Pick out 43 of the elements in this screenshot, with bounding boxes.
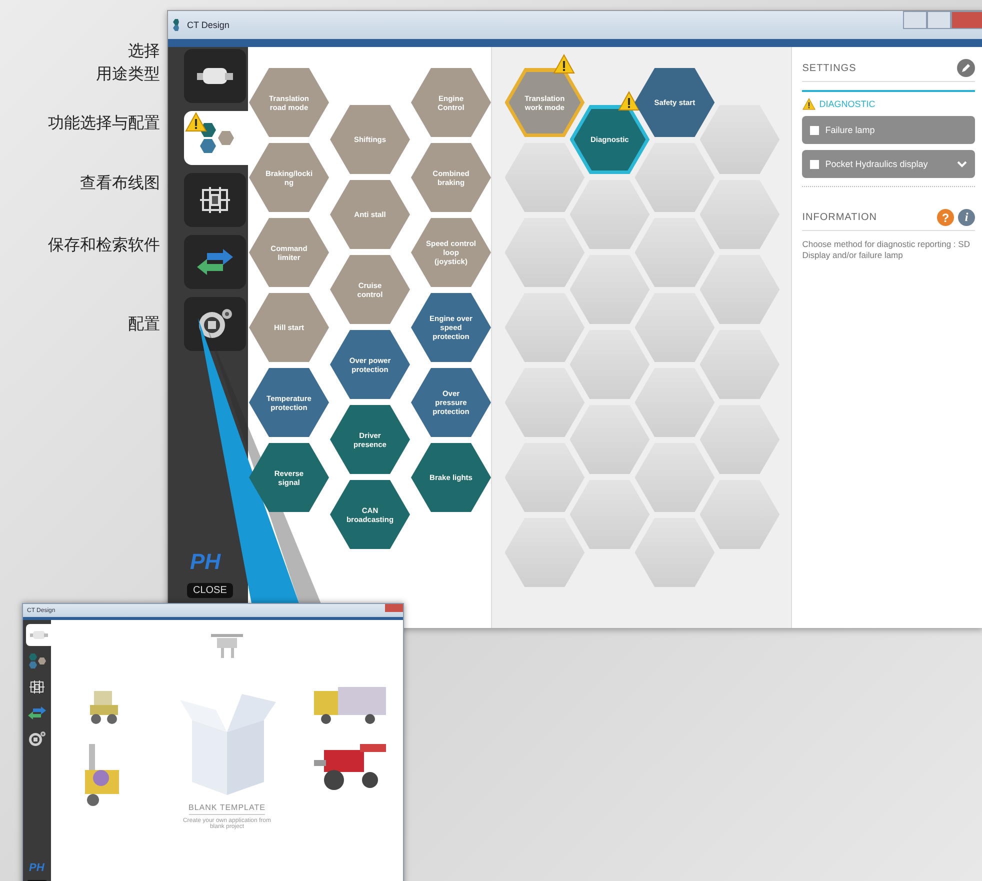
vehicle-icon: [195, 65, 235, 87]
option-label: Pocket Hydraulics display: [825, 159, 929, 169]
arrows-icon: [195, 247, 235, 277]
wiring-diagram-icon: [30, 680, 44, 694]
sidebar-tab[interactable]: [184, 297, 246, 351]
template-title[interactable]: BLANK TEMPLATE: [188, 803, 266, 815]
chevron-down-icon: [957, 160, 967, 168]
vehicle-icon: [28, 630, 48, 640]
callout-label: 功能选择与配置: [48, 114, 160, 134]
wiring-diagram-icon: [200, 186, 230, 214]
close-button[interactable]: [385, 604, 403, 612]
gear-icon: [28, 731, 46, 747]
information-heading: INFORMATION: [802, 212, 878, 223]
hexagons-icon: [27, 653, 47, 669]
logo: PH: [29, 862, 44, 874]
callout-label: 选择: [128, 42, 160, 62]
info-icon[interactable]: i: [958, 209, 975, 226]
option-checkbox-row[interactable]: Failure lamp: [802, 116, 975, 144]
gear-icon: [197, 308, 233, 340]
sidebar-tab[interactable]: [184, 49, 246, 103]
logo: PH: [190, 549, 221, 575]
window-title: CT Design: [187, 20, 230, 30]
checkbox[interactable]: [810, 126, 820, 134]
callout-label: 保存和检索软件: [48, 236, 160, 256]
callout-label: 配置: [128, 315, 160, 335]
sidebar-tab[interactable]: [184, 111, 248, 165]
checkbox[interactable]: [810, 160, 820, 168]
help-icon[interactable]: ?: [937, 209, 954, 226]
arrows-icon: [27, 706, 47, 720]
edit-icon[interactable]: [957, 59, 975, 77]
sidebar-tab[interactable]: [184, 173, 246, 227]
section-title: DIAGNOSTIC: [819, 99, 876, 109]
close-button[interactable]: [951, 11, 982, 29]
minimize-button[interactable]: [903, 11, 927, 29]
callout-label: 查看布线图: [80, 174, 160, 194]
callout-label: 用途类型: [96, 64, 160, 85]
option-label: Failure lamp: [825, 125, 876, 135]
close-app-button[interactable]: CLOSE: [187, 583, 233, 598]
option-dropdown[interactable]: Pocket Hydraulics display: [802, 150, 975, 178]
maximize-button[interactable]: [927, 11, 951, 29]
information-text: Choose method for diagnostic reporting : SD Display and/or failure lamp: [802, 239, 971, 262]
sidebar-tab[interactable]: [184, 235, 246, 289]
settings-heading: SETTINGS: [802, 62, 858, 74]
